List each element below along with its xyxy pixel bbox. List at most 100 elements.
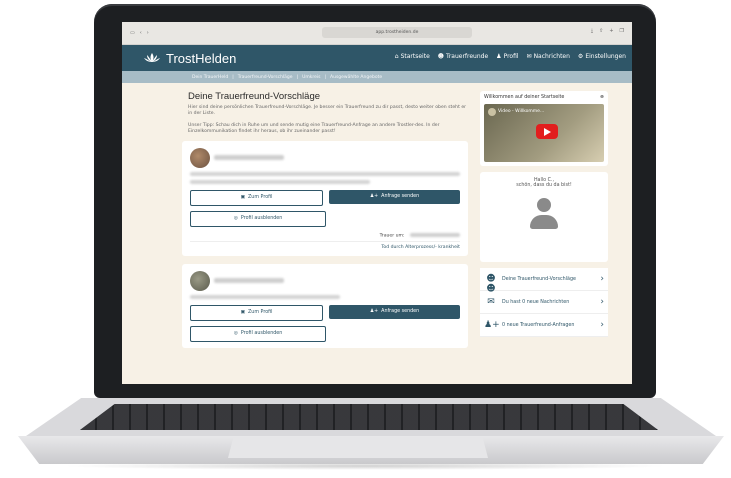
top-navigation: TrostHelden ⌂ Startseite ☻ Trauerfreunde ♟… <box>122 45 632 71</box>
requests-link[interactable]: ♟+ 0 neue Trauerfreund-Anfragen › <box>480 314 608 337</box>
subnav-item[interactable]: Dein TrauerHeld <box>192 75 228 80</box>
play-icon[interactable] <box>536 124 558 139</box>
blurred-text <box>190 171 460 176</box>
eye-slash-icon: ◎ <box>233 331 238 336</box>
user-plus-icon: ♟+ <box>484 320 500 330</box>
channel-avatar <box>488 108 496 116</box>
button-label: Anfrage senden <box>381 309 420 314</box>
blurred-text <box>190 179 370 184</box>
forward-icon[interactable]: › <box>147 30 149 36</box>
cause-of-death: Tod durch Alterprozess/- krankheit <box>190 241 460 250</box>
greeting-subtext: schön, dass du da bist! <box>516 183 572 188</box>
eye-slash-icon: ◎ <box>233 216 238 221</box>
tabs-icon[interactable]: ❐ <box>620 28 624 34</box>
nav-label: Startseite <box>400 53 430 60</box>
main-menu: ⌂ Startseite ☻ Trauerfreunde ♟ Profil ✉ Nach… <box>395 53 626 60</box>
gear-icon: ⚙ <box>577 53 584 60</box>
widget-header: Willkommen auf deiner Startseite ⊗ <box>484 95 604 100</box>
send-request-button[interactable]: ♟+ Anfrage senden <box>329 189 460 204</box>
brand-logo[interactable]: TrostHelden <box>144 51 236 66</box>
welcome-video[interactable]: Video - Willkomme... <box>484 104 604 162</box>
tip-text: Unser Tipp: Schau dich in Ruhe um und se… <box>188 123 440 134</box>
widget-title: Willkommen auf deiner Startseite <box>484 95 565 100</box>
suggestions-column: Deine Trauerfreund-Vorschläge Hier sind … <box>182 91 468 356</box>
nav-label: Profil <box>503 53 519 60</box>
view-profile-button[interactable]: ▣ Zum Profil <box>190 304 323 321</box>
messages-link[interactable]: ✉ Du hast 0 neue Nachrichten › <box>480 291 608 314</box>
sub-navigation: Dein TrauerHeld | Trauerfreund-Vorschläge… <box>122 71 632 83</box>
card-actions: ▣ Zum Profil ♟+ Anfrage senden <box>190 304 460 321</box>
button-label: Zum Profil <box>248 195 273 200</box>
chevron-right-icon: › <box>600 320 604 330</box>
view-profile-button[interactable]: ▣ Zum Profil <box>190 189 323 206</box>
user-avatar-icon[interactable] <box>529 198 559 234</box>
video-title: Video - Willkomme... <box>498 109 545 114</box>
separator: | <box>232 74 234 80</box>
nav-label: Nachrichten <box>533 53 570 60</box>
suggestions-link[interactable]: ☻☻ Deine Trauerfreund-Vorschläge › <box>480 268 608 294</box>
card-header <box>190 147 460 168</box>
mourning-label: Trauer um: <box>379 233 405 238</box>
back-icon[interactable]: ‹ <box>140 30 142 36</box>
avatar[interactable] <box>190 147 210 168</box>
nav-item-messages[interactable]: ✉ Nachrichten <box>527 53 570 60</box>
envelope-icon: ✉ <box>487 297 495 307</box>
button-label: Zum Profil <box>248 310 273 315</box>
id-card-icon: ▣ <box>240 195 246 200</box>
subnav-item[interactable]: Trauerfreund-Vorschläge <box>238 75 293 80</box>
blurred-name <box>214 278 284 283</box>
mourning-info: Trauer um: <box>190 232 460 238</box>
link-label: Deine Trauerfreund-Vorschläge <box>502 276 576 282</box>
button-label: Anfrage senden <box>381 194 420 199</box>
user-icon: ♟ <box>496 53 502 60</box>
keyboard <box>80 404 658 430</box>
lotus-icon <box>144 53 160 63</box>
subnav-item[interactable]: Umkreis <box>302 75 320 80</box>
new-tab-icon[interactable]: + <box>609 28 613 34</box>
users-icon: ☻☻ <box>486 274 496 294</box>
share-icon[interactable]: ⇧ <box>599 28 603 34</box>
main-content: Deine Trauerfreund-Vorschläge Hier sind … <box>122 83 632 356</box>
home-icon: ⌂ <box>394 53 399 60</box>
sidebar: Willkommen auf deiner Startseite ⊗ Video … <box>480 91 608 356</box>
chevron-right-icon: › <box>600 274 604 284</box>
nav-item-profile[interactable]: ♟ Profil <box>496 53 518 60</box>
trackpad <box>228 438 488 458</box>
chevron-right-icon: › <box>600 297 604 307</box>
users-icon: ☻ <box>437 53 445 60</box>
brand-name: TrostHelden <box>166 50 237 66</box>
suggestion-card: ▣ Zum Profil ♟+ Anfrage senden ◎ Profil aus… <box>182 264 468 348</box>
browser-controls: ▭ ‹ › <box>130 30 149 36</box>
browser-toolbar: ▭ ‹ › app.trostheiden.de ⤓ ⇧ + ❐ <box>122 22 632 45</box>
intro-text: Hier sind deine persönlichen Trauerfreun… <box>188 105 467 116</box>
nav-item-settings[interactable]: ⚙ Einstellungen <box>578 53 626 60</box>
user-plus-icon: ♟+ <box>369 309 379 314</box>
welcome-widget: Willkommen auf deiner Startseite ⊗ Video … <box>480 91 608 166</box>
envelope-icon: ✉ <box>526 53 532 60</box>
nav-label: Einstellungen <box>585 53 626 60</box>
send-request-button[interactable]: ♟+ Anfrage senden <box>329 304 460 319</box>
page-title: Deine Trauerfreund-Vorschläge <box>188 91 321 102</box>
sidebar-icon[interactable]: ▭ <box>130 30 135 36</box>
blurred-name <box>214 155 284 160</box>
hide-profile-button[interactable]: ◎ Profil ausblenden <box>190 325 326 342</box>
user-plus-icon: ♟+ <box>369 194 379 199</box>
nav-item-friends[interactable]: ☻ Trauerfreunde <box>438 53 488 60</box>
close-icon[interactable]: ⊗ <box>600 95 604 100</box>
link-label: 0 neue Trauerfreund-Anfragen <box>502 322 575 328</box>
screen: ▭ ‹ › app.trostheiden.de ⤓ ⇧ + ❐ TrostHe… <box>122 22 632 384</box>
keyboard-keys <box>80 404 658 430</box>
nav-item-home[interactable]: ⌂ Startseite <box>395 53 430 60</box>
card-actions: ▣ Zum Profil ♟+ Anfrage senden <box>190 189 460 206</box>
blurred-text <box>190 294 340 299</box>
card-header <box>190 270 460 291</box>
button-label: Profil ausblenden <box>240 331 283 336</box>
download-icon[interactable]: ⤓ <box>591 28 593 34</box>
hide-profile-button[interactable]: ◎ Profil ausblenden <box>190 210 326 227</box>
subnav-item[interactable]: Ausgewählte Angebote <box>330 75 382 80</box>
avatar[interactable] <box>190 270 210 291</box>
browser-actions: ⤓ ⇧ + ❐ <box>591 28 624 34</box>
address-bar[interactable]: app.trostheiden.de <box>322 27 472 38</box>
separator: | <box>296 74 299 80</box>
link-label: Du hast 0 neue Nachrichten <box>502 299 570 305</box>
